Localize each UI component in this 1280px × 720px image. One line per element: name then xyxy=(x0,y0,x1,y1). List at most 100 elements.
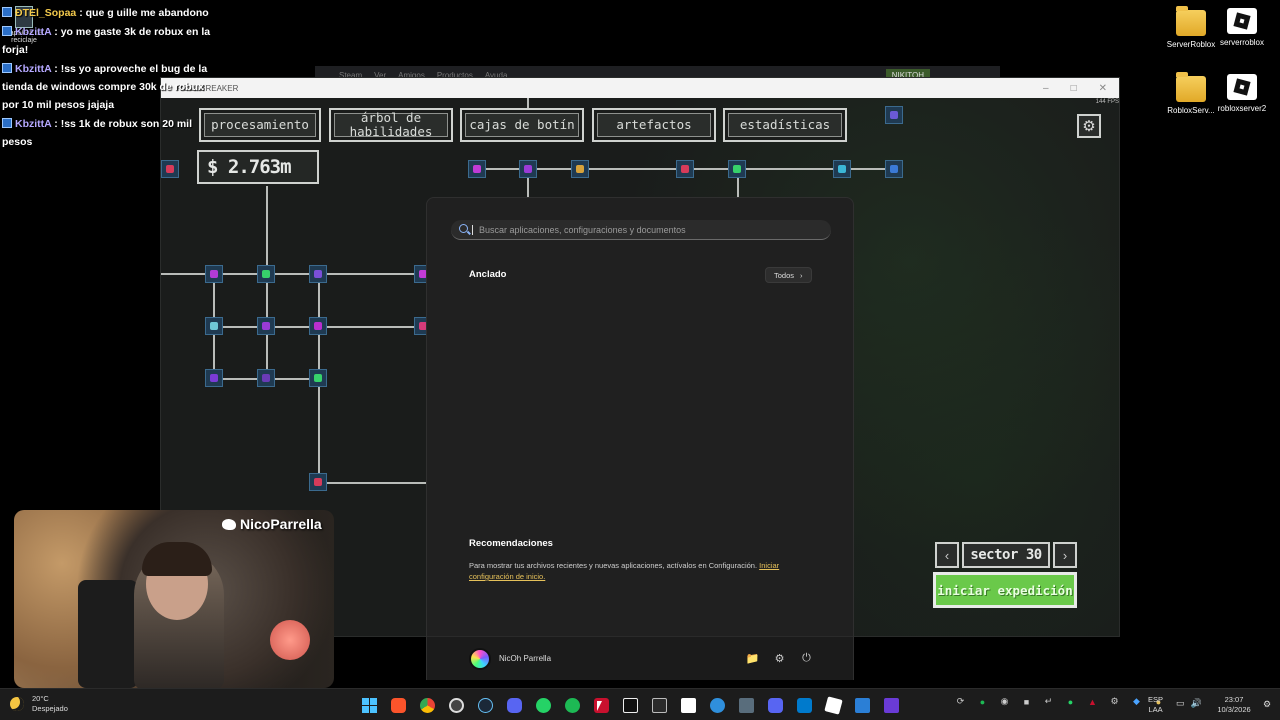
skill-node[interactable] xyxy=(309,317,327,335)
taskbar-app-discord2[interactable] xyxy=(763,693,787,717)
desktop-icon-serverroblox-folder[interactable]: ServerRoblox xyxy=(1163,6,1219,49)
game-titlebar: ROCKBREAKER – □ ✕ xyxy=(161,78,1119,98)
skill-node[interactable] xyxy=(885,106,903,124)
language-indicator[interactable]: ESP LAA xyxy=(1148,695,1163,715)
skill-node[interactable] xyxy=(309,473,327,491)
start-button[interactable] xyxy=(357,693,381,717)
taskbar-capcut[interactable] xyxy=(618,693,642,717)
discord-icon xyxy=(506,697,522,713)
minimize-icon[interactable]: – xyxy=(1043,83,1049,94)
search-icon xyxy=(459,224,470,235)
taskbar-app-generic[interactable] xyxy=(444,693,468,717)
tab-artifacts[interactable]: artefactos xyxy=(592,108,716,142)
skill-node[interactable] xyxy=(309,369,327,387)
chat-badge-icon xyxy=(2,7,12,17)
chat-badge-icon xyxy=(2,63,12,73)
skill-node[interactable] xyxy=(571,160,589,178)
roblox-studio-icon xyxy=(854,697,870,713)
weather-widget[interactable]: 20°C Despejado xyxy=(10,694,68,714)
chat-username: KbzittA xyxy=(15,118,52,130)
skill-node[interactable] xyxy=(161,160,179,178)
mouse-cursor-icon xyxy=(597,701,602,711)
chat-message: KbzittA : yo me gaste 3k de robux en la … xyxy=(2,23,217,59)
capcut-icon xyxy=(622,697,638,713)
tray-steam-icon[interactable]: ⚙ xyxy=(1106,693,1123,710)
taskbar-spotify[interactable] xyxy=(560,693,584,717)
sector-selector: ‹ sector 30 › xyxy=(935,542,1077,568)
chat-username: KbzittA xyxy=(15,63,52,75)
user-name[interactable]: NicOh Parrella xyxy=(499,654,551,663)
taskbar-vscode[interactable] xyxy=(792,693,816,717)
close-icon[interactable]: ✕ xyxy=(1099,83,1107,94)
tab-processing[interactable]: procesamiento xyxy=(199,108,321,142)
start-search-box[interactable] xyxy=(451,220,831,240)
tray-app-icon[interactable]: ■ xyxy=(1018,693,1035,710)
sector-prev-button[interactable]: ‹ xyxy=(935,542,959,568)
sector-label: sector 30 xyxy=(962,542,1050,568)
taskbar-chrome[interactable] xyxy=(415,693,439,717)
gear-icon[interactable]: ⚙ xyxy=(773,652,786,665)
skill-node[interactable] xyxy=(885,160,903,178)
user-avatar[interactable] xyxy=(469,647,491,670)
notification-bell-icon[interactable]: ⚙ xyxy=(1263,699,1271,710)
tab-skill-tree[interactable]: árbol de habilidades xyxy=(329,108,453,142)
system-icons[interactable]: ▭ 🔊 xyxy=(1176,698,1202,709)
desktop-icon-robloxserver2-app[interactable]: robloxserver2 xyxy=(1214,74,1270,113)
skill-node[interactable] xyxy=(257,317,275,335)
tab-loot-boxes[interactable]: cajas de botín xyxy=(460,108,584,142)
taskbar-app-blue[interactable] xyxy=(705,693,729,717)
all-apps-button[interactable]: Todos › xyxy=(765,267,812,283)
taskbar-discord[interactable] xyxy=(502,693,526,717)
desktop-icon-label: robloxserver2 xyxy=(1217,104,1267,113)
start-menu-footer: NicOh Parrella 📁 ⚙ ⏻ xyxy=(427,636,853,680)
tray-app-icon[interactable]: ◉ xyxy=(996,693,1013,710)
taskbar-roblox[interactable] xyxy=(821,693,845,717)
tab-stats[interactable]: estadísticas xyxy=(723,108,847,142)
brave-icon xyxy=(390,697,406,713)
skill-node[interactable] xyxy=(833,160,851,178)
skill-node[interactable] xyxy=(728,160,746,178)
taskbar-epic[interactable] xyxy=(647,693,671,717)
tree-connector xyxy=(161,273,429,275)
taskbar-apps xyxy=(357,693,903,717)
skill-node[interactable] xyxy=(205,369,223,387)
tray-app-icon[interactable]: ◆ xyxy=(1128,693,1145,710)
weather-temp: 20°C xyxy=(32,694,49,703)
folder-icon[interactable]: 📁 xyxy=(746,652,760,665)
skill-node[interactable] xyxy=(205,265,223,283)
sector-next-button[interactable]: › xyxy=(1053,542,1077,568)
tray-app-icon[interactable]: ▲ xyxy=(1084,693,1101,710)
start-expedition-button[interactable]: iniciar expedición xyxy=(933,572,1077,608)
taskbar-recycle[interactable] xyxy=(734,693,758,717)
taskbar-brave[interactable] xyxy=(386,693,410,717)
clock[interactable]: 23:07 10/3/2026 xyxy=(1212,695,1256,715)
skill-node[interactable] xyxy=(468,160,486,178)
taskbar-whatsapp[interactable] xyxy=(531,693,555,717)
twitter-handle-text: NicoParrella xyxy=(240,516,322,532)
start-search-input[interactable] xyxy=(479,224,819,235)
tray-spotify-icon[interactable]: ● xyxy=(974,693,991,710)
skill-node[interactable] xyxy=(309,265,327,283)
skill-node[interactable] xyxy=(257,369,275,387)
desktop-icon-label: RobloxServ... xyxy=(1167,106,1215,115)
tray-sync-icon[interactable]: ⟳ xyxy=(952,693,969,710)
desktop-icon-serverroblox-app[interactable]: serverroblox xyxy=(1214,8,1270,47)
chat-username: ÐTEl_Sopaa xyxy=(15,7,77,19)
desktop-icon-robloxserv-folder[interactable]: RobloxServ... xyxy=(1163,72,1219,115)
taskbar-steam[interactable] xyxy=(473,693,497,717)
power-icon[interactable]: ⏻ xyxy=(800,652,813,665)
game-settings-gear-icon[interactable]: ⚙ xyxy=(1077,114,1101,138)
maximize-icon[interactable]: □ xyxy=(1071,83,1077,94)
skill-node[interactable] xyxy=(257,265,275,283)
tray-app-icon[interactable]: ↵ xyxy=(1040,693,1057,710)
chevron-right-icon: › xyxy=(800,270,803,280)
skill-node[interactable] xyxy=(519,160,537,178)
taskbar-app-purple[interactable] xyxy=(879,693,903,717)
tray-whatsapp-icon[interactable]: ● xyxy=(1062,693,1079,710)
skill-node[interactable] xyxy=(205,317,223,335)
taskbar-notion[interactable] xyxy=(676,693,700,717)
taskbar-roblox-studio[interactable] xyxy=(850,693,874,717)
text-caret xyxy=(472,224,473,235)
skill-node[interactable] xyxy=(676,160,694,178)
clock-date: 10/3/2026 xyxy=(1217,705,1251,714)
